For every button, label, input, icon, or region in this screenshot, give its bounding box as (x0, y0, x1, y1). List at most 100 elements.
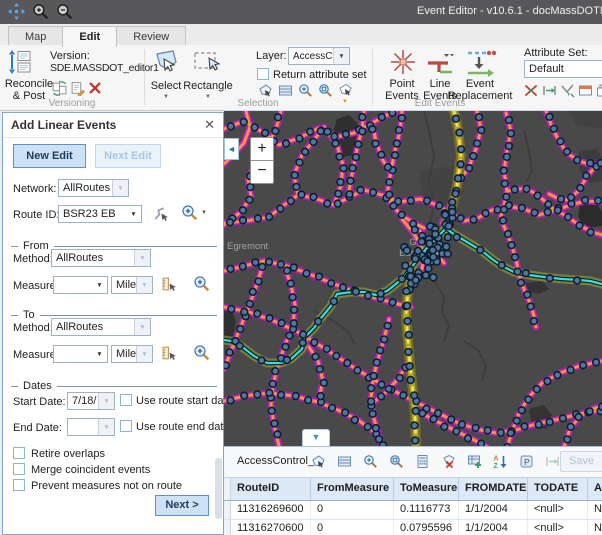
zoom-to-icon[interactable] (318, 83, 333, 98)
calculator-icon[interactable] (415, 454, 431, 470)
polygon-select-icon[interactable] (311, 454, 327, 470)
zoom-in-icon[interactable] (32, 3, 49, 20)
tab-edit[interactable]: Edit (62, 26, 117, 47)
from-measure-combobox[interactable]: ▼ (53, 276, 108, 294)
identify-icon[interactable]: P (519, 454, 535, 470)
from-unit-combobox[interactable]: Miles ▼ (111, 276, 153, 294)
return-attribute-checkbox[interactable] (257, 68, 269, 80)
column-header-FromMeasure[interactable]: FromMeasure (311, 478, 394, 500)
option-checkbox-1[interactable] (13, 463, 25, 475)
layer-dropdown-icon[interactable]: ▼ (333, 48, 349, 64)
column-header-RouteID[interactable]: RouteID (231, 478, 311, 500)
attribute-table-icon[interactable] (278, 83, 293, 98)
to-measure-dropdown-icon[interactable]: ▼ (92, 346, 107, 362)
from-unit-dropdown-icon[interactable]: ▼ (136, 277, 152, 293)
to-unit-combobox[interactable]: Miles ▼ (111, 345, 153, 363)
grid-layer-label[interactable]: AccessControl_A (237, 455, 321, 467)
option-checkbox-0[interactable] (13, 447, 25, 459)
edit-events-group-label: Edit Events (372, 98, 508, 109)
from-measure-label: Measure: (13, 280, 59, 292)
to-method-dropdown-icon[interactable]: ▼ (134, 319, 150, 335)
map-zoom-in-button[interactable]: + (250, 137, 274, 161)
cell-FromMeasure: 0 (311, 501, 394, 519)
map-view[interactable]: EgremontGreatBarrington ◄ + − ▼ (224, 110, 602, 446)
layer-label: Layer: (256, 50, 287, 62)
to-method-combobox[interactable]: AllRoutes ▼ (51, 318, 151, 336)
row-gutter[interactable] (224, 501, 231, 519)
from-measure-dropdown-icon[interactable]: ▼ (92, 277, 107, 293)
zoom-route-caret-icon[interactable]: ▼ (201, 210, 207, 216)
route-id-combobox[interactable]: BSR23 EB ▼ (58, 205, 142, 223)
rectangle-button[interactable]: Rectangle (180, 80, 236, 92)
zoom-out-icon[interactable] (56, 3, 73, 20)
panel-icon[interactable] (578, 83, 593, 98)
route-id-dropdown-icon[interactable]: ▼ (126, 206, 141, 222)
reconcile-post-icon[interactable] (8, 49, 34, 75)
network-dropdown-icon[interactable]: ▼ (112, 180, 128, 196)
new-version-icon[interactable] (70, 81, 85, 96)
end-date-dropdown-icon[interactable]: ▼ (98, 419, 114, 435)
tab-map[interactable]: Map (8, 26, 63, 46)
route-id-value: BSR23 EB (59, 208, 126, 220)
from-measure-zoom-icon[interactable] (193, 275, 210, 292)
next-edit-button[interactable]: Next Edit (95, 144, 161, 168)
map-zoom-out-button[interactable]: − (250, 160, 274, 184)
column-header-TODATE[interactable]: TODATE (528, 478, 588, 500)
from-measure-select-icon[interactable] (161, 276, 178, 293)
sort-icon[interactable]: AZ (493, 454, 509, 470)
measure-icon[interactable] (545, 454, 561, 470)
to-measure-combobox[interactable]: ▼ (53, 345, 108, 363)
collapse-panel-left-button[interactable]: ◄ (224, 138, 239, 160)
clear-selection-icon[interactable] (441, 454, 457, 470)
select-shape-icon[interactable] (338, 83, 353, 98)
add-record-icon[interactable] (467, 454, 483, 470)
new-edit-button[interactable]: New Edit (13, 144, 86, 168)
row-gutter[interactable] (224, 520, 231, 535)
to-measure-select-icon[interactable] (161, 345, 178, 362)
column-header-AC[interactable]: AC (588, 478, 602, 500)
zoom-route-icon[interactable] (181, 204, 198, 221)
dates-divider-label: Dates (18, 380, 57, 392)
table-row-1[interactable]: 1131627060000.07955961/1/2004<null>N (224, 520, 602, 535)
select-tool-icon[interactable] (150, 47, 180, 77)
split-event-icon[interactable] (524, 83, 539, 98)
start-date-combobox[interactable]: 7/18/ ▼ (67, 392, 115, 410)
delete-version-icon[interactable] (88, 81, 103, 96)
refresh-version-icon[interactable] (52, 81, 67, 96)
line-events-icon[interactable] (425, 47, 455, 77)
use-route-end-checkbox[interactable] (120, 420, 132, 432)
attribute-set-combobox[interactable]: Default (524, 60, 602, 78)
column-header-ToMeasure[interactable]: ToMeasure (394, 478, 459, 500)
start-date-dropdown-icon[interactable]: ▼ (98, 393, 114, 409)
snap-icon[interactable] (560, 83, 575, 98)
to-unit-dropdown-icon[interactable]: ▼ (136, 346, 152, 362)
tab-review[interactable]: Review (116, 26, 186, 46)
to-measure-zoom-icon[interactable] (193, 344, 210, 361)
network-combobox[interactable]: AllRoutes ▼ (58, 179, 129, 197)
point-events-icon[interactable] (388, 47, 418, 77)
zoom-selected-icon[interactable] (363, 454, 379, 470)
event-replacement-icon[interactable] (464, 47, 496, 77)
from-method-dropdown-icon[interactable]: ▼ (134, 250, 150, 266)
zoom-to-icon[interactable] (389, 454, 405, 470)
close-icon[interactable]: ✕ (204, 117, 215, 133)
column-header-FROMDATE[interactable]: FROMDATE (459, 478, 528, 500)
table-row-0[interactable]: 1131626960000.11167731/1/2004<null>N (224, 501, 602, 520)
option-checkbox-2[interactable] (13, 479, 25, 491)
panel-scrollbar-thumb[interactable] (215, 458, 222, 519)
use-route-start-checkbox[interactable] (120, 394, 132, 406)
attribute-table-icon[interactable] (337, 454, 353, 470)
next-button[interactable]: Next > (155, 495, 209, 516)
collapse-panel-bottom-button[interactable]: ▼ (302, 429, 330, 446)
rectangle-tool-icon[interactable] (192, 47, 222, 77)
pan-icon[interactable] (8, 3, 25, 20)
save-button[interactable]: Save (560, 451, 602, 472)
panels-icon[interactable] (596, 83, 602, 98)
measure-icon[interactable] (542, 83, 557, 98)
polygon-select-icon[interactable] (258, 83, 273, 98)
end-date-combobox[interactable]: ▼ (67, 418, 115, 436)
from-method-combobox[interactable]: AllRoutes ▼ (51, 249, 151, 267)
route-select-icon[interactable] (153, 205, 170, 222)
zoom-selected-icon[interactable] (298, 83, 313, 98)
layer-combobox[interactable]: AccessControl_A ▼ (288, 47, 350, 65)
